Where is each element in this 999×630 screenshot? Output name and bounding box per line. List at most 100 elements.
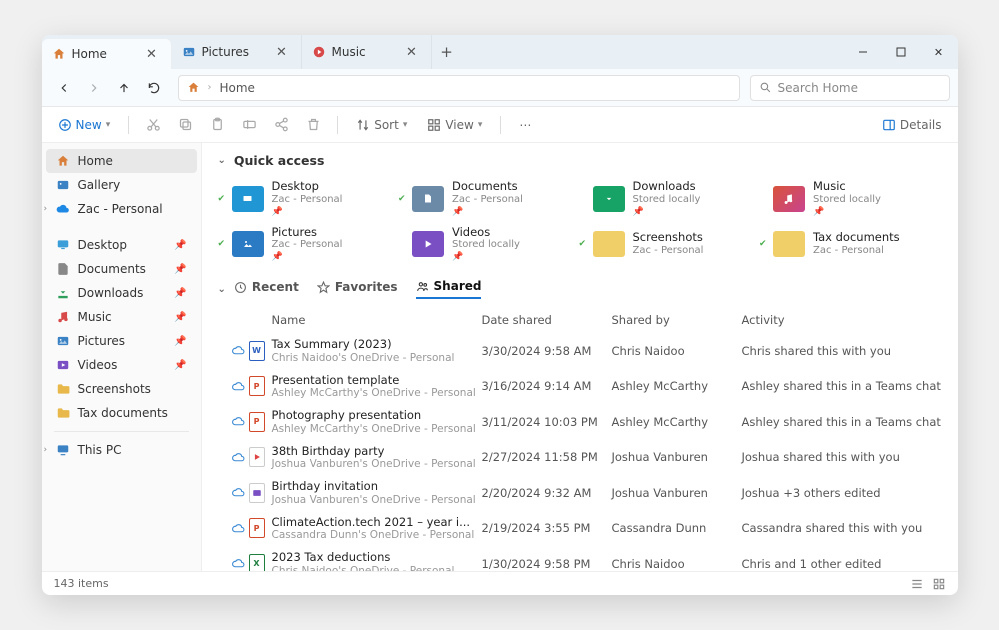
- thumbnails-view-icon[interactable]: [932, 577, 946, 591]
- sidebar-item-this-pc[interactable]: ›This PC: [46, 438, 197, 462]
- sidebar-item-label: Tax documents: [78, 406, 168, 420]
- cut-button[interactable]: [141, 113, 165, 137]
- home-icon: [56, 154, 70, 168]
- column-activity[interactable]: Activity: [742, 313, 942, 327]
- tab-shared[interactable]: Shared: [416, 279, 482, 299]
- quick-access-videos[interactable]: VideosStored locally📌: [412, 224, 581, 266]
- details-button[interactable]: Details: [876, 114, 948, 136]
- file-row[interactable]: P Photography presentation Ashley McCart…: [218, 404, 942, 440]
- toolbar: New ▾ Sort ▾ View ▾ ⋯ Details: [42, 107, 958, 143]
- file-row[interactable]: 38th Birthday party Joshua Vanburen's On…: [218, 440, 942, 476]
- quick-access-documents[interactable]: ✔DocumentsZac - Personal📌: [412, 178, 581, 220]
- sidebar-item-label: Gallery: [78, 178, 121, 192]
- file-shared-by: Ashley McCarthy: [612, 415, 742, 429]
- paste-button[interactable]: [205, 113, 229, 137]
- copy-button[interactable]: [173, 113, 197, 137]
- quick-access-heading[interactable]: ⌄ Quick access: [218, 153, 942, 168]
- close-icon[interactable]: ✕: [273, 43, 291, 61]
- sidebar-item-documents[interactable]: Documents📌: [46, 257, 197, 281]
- sidebar-item-videos[interactable]: Videos📌: [46, 353, 197, 377]
- file-activity: Joshua +3 others edited: [742, 486, 942, 500]
- file-type-icon: W: [249, 341, 265, 361]
- file-shared-by: Chris Naidoo: [612, 344, 742, 358]
- chevron-down-icon: ⌄: [218, 284, 226, 295]
- music-icon: [312, 45, 326, 59]
- forward-button[interactable]: [80, 74, 108, 102]
- column-name[interactable]: Name: [272, 313, 482, 327]
- pictures-icon: [56, 334, 70, 348]
- folder-icon: [56, 406, 70, 420]
- column-shared-by[interactable]: Shared by: [612, 313, 742, 327]
- tab-home[interactable]: Home ✕: [42, 39, 172, 69]
- file-row[interactable]: P ClimateAction.tech 2021 – year i... Ca…: [218, 511, 942, 547]
- file-row[interactable]: X 2023 Tax deductions Chris Naidoo's One…: [218, 546, 942, 571]
- view-button[interactable]: View ▾: [421, 114, 488, 136]
- plus-circle-icon: [58, 118, 72, 132]
- new-tab-button[interactable]: +: [432, 35, 462, 69]
- close-window-button[interactable]: ✕: [920, 35, 958, 69]
- sidebar-item-gallery[interactable]: Gallery: [46, 173, 197, 197]
- sidebar-item-home[interactable]: Home: [46, 149, 197, 173]
- column-date-shared[interactable]: Date shared: [482, 313, 612, 327]
- sidebar-item-pictures[interactable]: Pictures📌: [46, 329, 197, 353]
- qa-name: Documents: [452, 180, 523, 194]
- sync-check-icon: ✔: [218, 194, 226, 204]
- quick-access-pictures[interactable]: ✔PicturesZac - Personal📌: [232, 224, 401, 266]
- share-button[interactable]: [269, 113, 293, 137]
- new-button[interactable]: New ▾: [52, 114, 117, 136]
- file-date: 3/30/2024 9:58 AM: [482, 344, 612, 358]
- file-shared-by: Ashley McCarthy: [612, 379, 742, 393]
- tab-recent[interactable]: Recent: [234, 279, 299, 299]
- quick-access-music[interactable]: MusicStored locally📌: [773, 178, 942, 220]
- cloud-icon: [232, 415, 245, 428]
- sidebar-item-music[interactable]: Music📌: [46, 305, 197, 329]
- qa-sub: Zac - Personal: [272, 194, 343, 206]
- file-list: W Tax Summary (2023) Chris Naidoo's OneD…: [218, 333, 942, 571]
- sidebar-item-desktop[interactable]: Desktop📌: [46, 233, 197, 257]
- sync-check-icon: ✔: [759, 239, 767, 249]
- qa-name: Music: [813, 180, 881, 194]
- sidebar-item-zac---personal[interactable]: ›Zac - Personal: [46, 197, 197, 221]
- titlebar: Home ✕ Pictures ✕ Music ✕ + ✕: [42, 35, 958, 69]
- tab-label: Pictures: [202, 45, 250, 59]
- quick-access-downloads[interactable]: DownloadsStored locally📌: [593, 178, 762, 220]
- sidebar-item-label: Downloads: [78, 286, 144, 300]
- sidebar-item-screenshots[interactable]: Screenshots: [46, 377, 197, 401]
- tab-pictures[interactable]: Pictures ✕: [172, 35, 302, 69]
- minimize-button[interactable]: [844, 35, 882, 69]
- qa-name: Pictures: [272, 226, 343, 240]
- file-row[interactable]: Birthday invitation Joshua Vanburen's On…: [218, 475, 942, 511]
- file-date: 3/16/2024 9:14 AM: [482, 379, 612, 393]
- sort-icon: [356, 118, 370, 132]
- close-icon[interactable]: ✕: [403, 43, 421, 61]
- quick-access-screenshots[interactable]: ✔ScreenshotsZac - Personal: [593, 224, 762, 266]
- file-row[interactable]: P Presentation template Ashley McCarthy'…: [218, 369, 942, 405]
- back-button[interactable]: [50, 74, 78, 102]
- file-location: Cassandra Dunn's OneDrive - Personal: [272, 529, 482, 542]
- sidebar-item-tax-documents[interactable]: Tax documents: [46, 401, 197, 425]
- sort-button[interactable]: Sort ▾: [350, 114, 413, 136]
- quick-access-tax-documents[interactable]: ✔Tax documentsZac - Personal: [773, 224, 942, 266]
- file-row[interactable]: W Tax Summary (2023) Chris Naidoo's OneD…: [218, 333, 942, 369]
- pin-icon: 📌: [633, 207, 701, 218]
- maximize-button[interactable]: [882, 35, 920, 69]
- up-button[interactable]: [110, 74, 138, 102]
- search-input[interactable]: Search Home: [750, 75, 950, 101]
- file-list-header: Name Date shared Shared by Activity: [218, 309, 942, 333]
- tab-favorites[interactable]: Favorites: [317, 279, 398, 299]
- file-activity: Ashley shared this in a Teams chat: [742, 415, 942, 429]
- tab-music[interactable]: Music ✕: [302, 35, 432, 69]
- delete-button[interactable]: [301, 113, 325, 137]
- quick-access-desktop[interactable]: ✔DesktopZac - Personal📌: [232, 178, 401, 220]
- file-date: 3/11/2024 10:03 PM: [482, 415, 612, 429]
- close-icon[interactable]: ✕: [143, 45, 161, 63]
- file-name: 2023 Tax deductions: [272, 550, 482, 564]
- more-button[interactable]: ⋯: [513, 113, 537, 137]
- address-bar[interactable]: › Home: [178, 75, 740, 101]
- rename-button[interactable]: [237, 113, 261, 137]
- sidebar-item-downloads[interactable]: Downloads📌: [46, 281, 197, 305]
- details-view-icon[interactable]: [910, 577, 924, 591]
- file-shared-by: Joshua Vanburen: [612, 486, 742, 500]
- refresh-button[interactable]: [140, 74, 168, 102]
- search-placeholder: Search Home: [778, 81, 858, 95]
